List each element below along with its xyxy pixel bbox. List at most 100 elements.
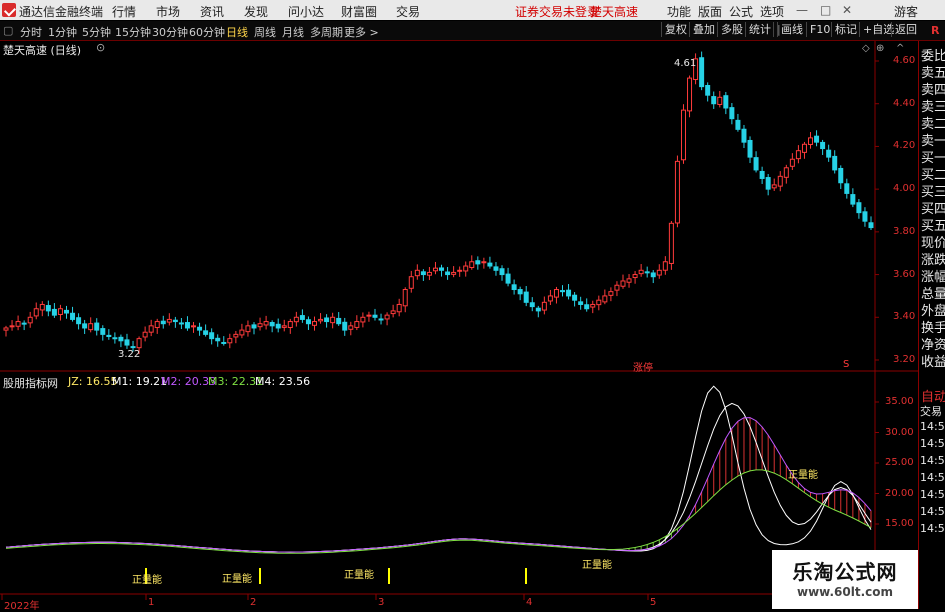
candle-body [227,338,233,344]
date-tick-label: 4 [526,597,533,608]
candle-body [699,57,705,88]
candle-body [275,323,281,329]
candle-body [668,222,674,264]
candle-body [82,323,88,329]
candle-body [674,160,680,224]
candle-body [590,303,596,308]
candle-body [481,261,487,264]
candle-body [118,336,124,342]
candle-body [572,294,578,301]
candle-body [293,316,299,323]
quote-field-label: 收益 [921,355,945,370]
candle-body [511,284,517,291]
candle-body [239,329,245,336]
candle-body [160,320,166,325]
candle-body [578,301,584,305]
candle-body [475,260,481,265]
candle-body [70,312,76,320]
candle-body [644,271,650,274]
candle-body [856,202,862,214]
candle-body [723,95,729,109]
candle-body [172,319,178,323]
candle-body [408,276,414,289]
candle-body [656,269,662,276]
candle-body [112,337,118,340]
candle-body [360,316,366,323]
candle-body [154,321,160,329]
indicator-tick-label: 25.00 [885,457,914,468]
candle-body [318,318,324,322]
candle-body [184,322,190,329]
candle-body [662,261,668,271]
candle-body [263,321,269,326]
candle-body [336,317,342,325]
candle-body [499,268,505,276]
tick-time: 14:56 [920,522,945,535]
candle-body [523,291,529,303]
candle-body [287,321,293,328]
candle-body [414,269,420,277]
candle-body [51,308,57,316]
candle-body [269,322,275,327]
m2-line [5,417,872,553]
kline-chart[interactable] [0,0,945,609]
candle-body [420,271,426,276]
candle-body [330,316,336,324]
indicator-tick-label: 20.00 [885,487,914,499]
candle-body [463,265,469,272]
candle-body [832,155,838,171]
candle-body [197,326,203,331]
price-tick-label: 4.20 [893,140,916,152]
candle-body [76,317,82,325]
tick-time: 14:56 [920,420,945,433]
trade-tab[interactable]: 交易 [920,403,942,419]
indicator-tick-label: 35.00 [885,396,914,407]
candle-body [3,327,9,331]
candle-body [215,337,221,342]
candle-body [233,333,239,338]
candle-body [505,273,511,284]
indicator-tick-label: 30.00 [885,426,914,438]
candle-body [378,318,384,321]
candle-body [820,141,826,150]
candle-body [771,184,777,189]
candle-body [705,85,711,96]
limit-up-tag: 涨停 [633,363,653,374]
candle-body [94,322,100,331]
tick-time: 14:56 [920,454,945,467]
candle-body [680,109,686,161]
price-tick-label: 4.00 [893,183,916,195]
candle-body [729,107,735,120]
candle-body [838,167,844,184]
candle-body [814,135,820,143]
positive-energy-label: 正量能 [132,575,162,586]
candle-body [801,143,807,153]
candle-body [106,334,112,338]
candle-body [27,316,33,324]
candle-body [547,295,553,302]
positive-energy-label: 正量能 [788,470,818,481]
tick-time: 14:56 [920,488,945,501]
candle-body [191,325,197,328]
candle-body [130,346,136,349]
positive-energy-label: 正量能 [582,560,612,571]
candle-body [844,183,850,194]
candle-body [808,137,814,145]
candle-body [372,314,378,318]
candle-body [759,170,765,179]
candle-body [553,289,559,298]
candle-body [596,299,602,306]
candle-body [45,305,51,312]
candle-body [650,272,656,278]
quote-sidebar: 委比 卖五 卖四 卖三 卖二 卖一 买一 买二 买三 买四 买五 现价 涨跌 涨幅 总量 外盘 换手 净资 收益 自动… [918,41,945,609]
candle-body [868,222,874,229]
candle-body [735,119,741,130]
candle-body [620,280,626,287]
candle-body [366,314,372,317]
candle-body [15,321,21,327]
tick-time: 14:56 [920,471,945,484]
date-tick-label: 5 [650,597,657,608]
candle-body [21,322,27,325]
candle-body [124,339,130,346]
candle-body [354,321,360,328]
